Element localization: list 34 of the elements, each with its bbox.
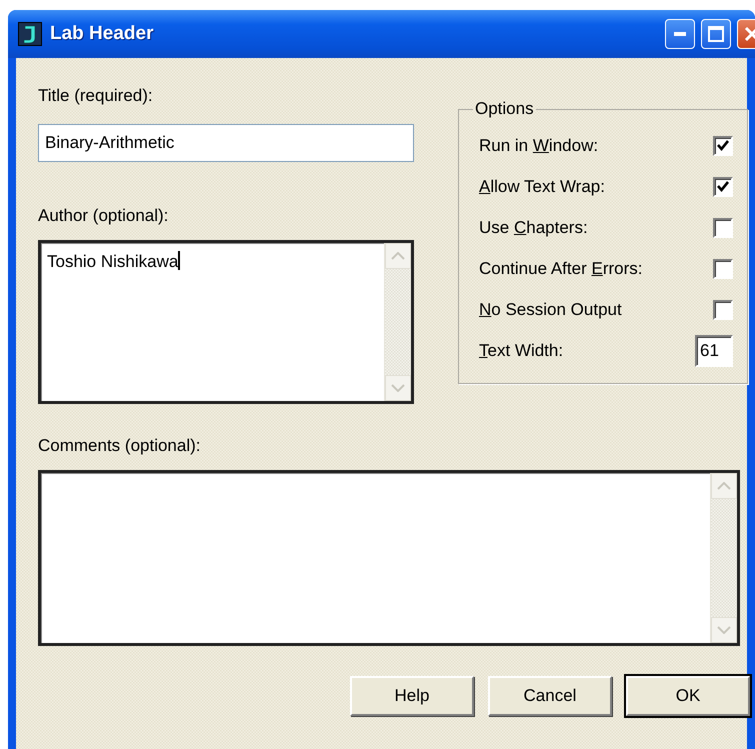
checkbox[interactable] (713, 218, 733, 238)
dialog-button[interactable]: OK (626, 676, 750, 716)
app-icon (18, 22, 42, 46)
dialog-button[interactable]: Cancel (488, 676, 612, 716)
option-label: Use Chapters: (479, 218, 588, 238)
chevron-down-icon (391, 384, 405, 392)
number-field[interactable]: 61 (695, 334, 733, 366)
option-label: Run in Window: (479, 136, 598, 156)
chevron-up-icon (391, 252, 405, 260)
checkbox[interactable] (713, 136, 733, 156)
author-text: Toshio Nishikawa (47, 252, 178, 271)
checkmark-icon (717, 140, 729, 151)
checkbox[interactable] (713, 300, 733, 320)
dialog-button[interactable]: Help (350, 676, 474, 716)
checkbox[interactable] (713, 176, 733, 196)
option-label: Allow Text Wrap: (479, 176, 605, 196)
chevron-up-icon (717, 482, 731, 490)
checkmark-icon (717, 181, 729, 192)
text-cursor (178, 251, 180, 270)
field-label: Title (required): (38, 86, 154, 106)
title-field[interactable]: Binary-Arithmetic (38, 124, 414, 162)
option-label: No Session Output (479, 300, 622, 320)
minimize-icon (674, 32, 686, 36)
group-title: Options (474, 99, 535, 119)
minimize-button[interactable] (665, 19, 695, 49)
option-label: Continue After Errors: (479, 258, 642, 278)
maximize-icon (708, 26, 724, 42)
option-label: Text Width: (479, 340, 564, 360)
maximize-button[interactable] (701, 19, 731, 49)
window-title: Lab Header (50, 23, 154, 45)
field-label: Comments (optional): (38, 436, 202, 456)
checkbox[interactable] (713, 258, 733, 278)
field-label: Author (optional): (38, 206, 170, 226)
chevron-down-icon (717, 626, 731, 634)
